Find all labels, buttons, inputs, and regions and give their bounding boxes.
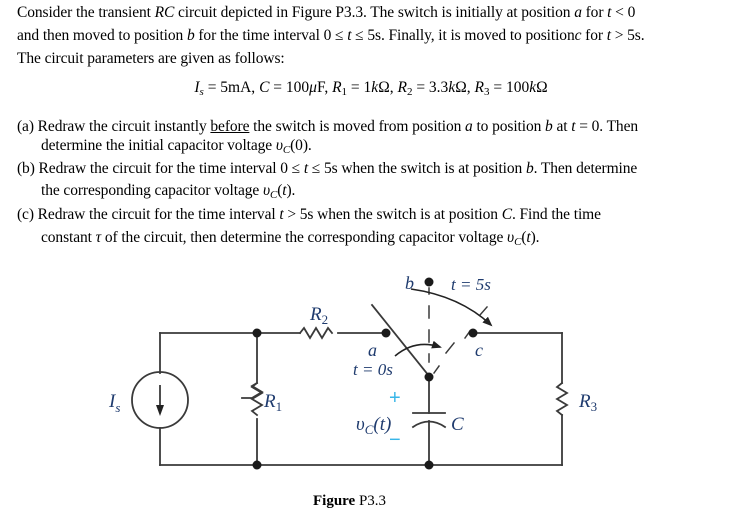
switch-tick-b <box>478 305 489 317</box>
resistor-r3 <box>555 381 569 417</box>
polarity-minus: − <box>389 429 401 451</box>
label-t5: t = 5s <box>451 275 491 294</box>
switch-tick-pivot <box>432 364 441 375</box>
label-is: Is <box>108 391 120 415</box>
resistor-r2 <box>298 326 334 340</box>
label-capacitor: C <box>451 414 464 435</box>
node-bottom-r1 <box>252 460 262 470</box>
polarity-plus: + <box>389 387 401 409</box>
resistor-r1 <box>241 381 264 417</box>
switch-tick-c <box>444 341 456 355</box>
switch-motion-arrow-t0 <box>394 340 442 357</box>
label-t0: t = 0s <box>353 360 393 379</box>
label-r1: R1 <box>263 391 282 414</box>
label-vc: υC(t) <box>356 414 391 437</box>
node-bottom-cap <box>424 460 434 470</box>
label-switch-b: b <box>405 273 414 293</box>
label-r2: R2 <box>309 304 328 327</box>
label-r3: R3 <box>578 391 597 414</box>
figure-caption: Figure P3.3 <box>313 493 387 509</box>
switch-node-a <box>381 328 391 338</box>
switch-node-b <box>424 277 434 287</box>
label-switch-a: a <box>368 340 377 360</box>
current-direction-arrowhead <box>156 405 164 416</box>
switch-node-c <box>468 328 478 338</box>
circuit-diagram: Is R1 R2 R3 C a b c t = 0s t = 5s υC(t) … <box>108 273 597 470</box>
switch-pivot-node <box>424 372 434 382</box>
switch-motion-arrow-t5 <box>410 288 493 327</box>
label-switch-c: c <box>475 340 483 360</box>
node-top-r1 <box>252 328 262 338</box>
